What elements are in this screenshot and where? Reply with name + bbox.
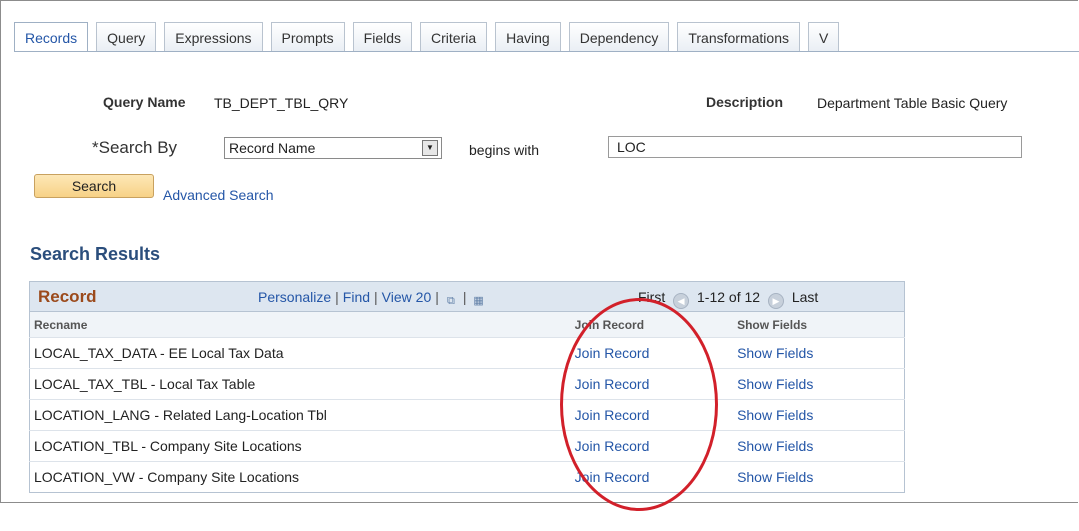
search-results-title: Search Results [30, 244, 161, 264]
tab-fields[interactable]: Fields [352, 22, 413, 52]
tab-having[interactable]: Having [495, 22, 561, 52]
tab-transformations[interactable]: Transformations [677, 22, 800, 52]
show-fields-link[interactable]: Show Fields [723, 430, 905, 462]
table-row: LOCATION_TBL - Company Site Locations Jo… [29, 430, 905, 462]
search-by-select[interactable]: Record Name ▼ [224, 137, 442, 159]
recname-cell: LOCATION_VW - Company Site Locations [29, 461, 556, 493]
search-button[interactable]: Search [34, 174, 154, 198]
table-row: LOCAL_TAX_DATA - EE Local Tax Data Join … [29, 337, 905, 369]
download-grid-icon[interactable]: ▦ [471, 294, 487, 308]
recname-cell: LOCAL_TAX_TBL - Local Tax Table [29, 368, 556, 400]
results-table: Recname Join Record Show Fields LOCAL_TA… [29, 311, 905, 493]
find-link[interactable]: Find [343, 289, 370, 305]
grid-header: Record Personalize | Find | View 20 | ⧉ | ▦ Firs… [29, 281, 905, 311]
tab-bar: Records Query Expressions Prompts Fields… [14, 22, 847, 52]
tab-prompts[interactable]: Prompts [270, 22, 345, 52]
view-all-link[interactable]: View 20 [382, 289, 432, 305]
last-link[interactable]: Last [792, 289, 818, 305]
personalize-link[interactable]: Personalize [258, 289, 331, 305]
search-by-label: *Search By [92, 138, 178, 157]
row-range: 1-12 of 12 [697, 289, 761, 305]
search-by-value: Record Name [229, 140, 316, 156]
grid-nav: Personalize | Find | View 20 | ⧉ | ▦ [258, 289, 487, 308]
column-header-show-fields: Show Fields [723, 311, 905, 338]
show-fields-link[interactable]: Show Fields [723, 399, 905, 431]
next-icon[interactable]: ▶ [767, 293, 784, 309]
annotation-ellipse [560, 298, 718, 511]
recname-cell: LOCAL_TAX_DATA - EE Local Tax Data [29, 337, 556, 369]
grid-title: Record [38, 287, 97, 306]
description-label: Description [706, 94, 784, 110]
table-row: LOCAL_TAX_TBL - Local Tax Table Join Rec… [29, 368, 905, 400]
chevron-down-icon[interactable]: ▼ [422, 140, 438, 156]
column-header-recname: Recname [29, 311, 556, 338]
tab-divider [14, 51, 1079, 52]
search-term-input[interactable]: LOC [608, 136, 1022, 158]
tab-records[interactable]: Records [14, 22, 89, 52]
show-fields-link[interactable]: Show Fields [723, 368, 905, 400]
query-name-label: Query Name [103, 94, 186, 110]
table-row: LOCATION_LANG - Related Lang-Location Tb… [29, 399, 905, 431]
grid-body: Recname Join Record Show Fields LOCAL_TA… [29, 311, 905, 531]
tab-criteria[interactable]: Criteria [420, 22, 488, 52]
table-header-row: Recname Join Record Show Fields [29, 311, 905, 338]
tab-v[interactable]: V [807, 22, 840, 52]
results-grid: Record Personalize | Find | View 20 | ⧉ | ▦ Firs… [29, 281, 905, 531]
show-fields-link[interactable]: Show Fields [723, 337, 905, 369]
advanced-search-link[interactable]: Advanced Search [163, 187, 274, 203]
tab-query[interactable]: Query [96, 22, 157, 52]
query-name-value: TB_DEPT_TBL_QRY [214, 95, 349, 111]
description-value: Department Table Basic Query [817, 95, 1008, 111]
show-fields-link[interactable]: Show Fields [723, 461, 905, 493]
operator-label: begins with [469, 142, 540, 158]
recname-cell: LOCATION_TBL - Company Site Locations [29, 430, 556, 462]
tab-dependency[interactable]: Dependency [568, 22, 670, 52]
tab-expressions[interactable]: Expressions [164, 22, 263, 52]
new-window-icon[interactable]: ⧉ [443, 294, 459, 308]
recname-cell: LOCATION_LANG - Related Lang-Location Tb… [29, 399, 556, 431]
table-row: LOCATION_VW - Company Site Locations Joi… [29, 461, 905, 493]
previous-icon[interactable]: ◀ [673, 293, 690, 309]
